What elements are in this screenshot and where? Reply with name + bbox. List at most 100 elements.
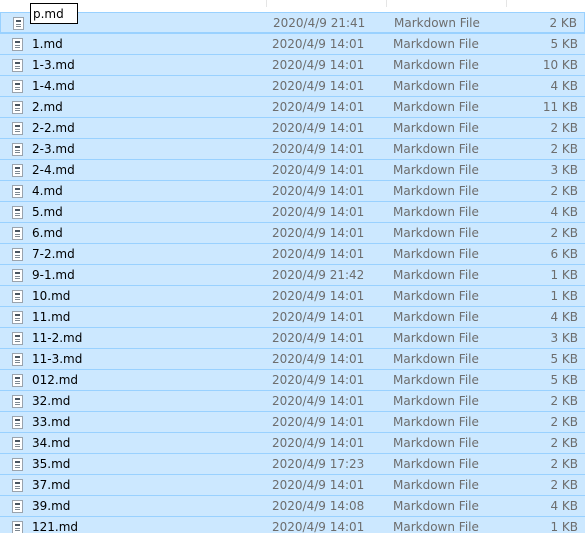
- file-name: 10.md: [32, 289, 71, 303]
- file-row[interactable]: 10.md 2020/4/9 14:01 Markdown File 1 KB: [0, 285, 585, 306]
- file-row[interactable]: 2-2.md 2020/4/9 14:01 Markdown File 2 KB: [0, 117, 585, 138]
- file-type: Markdown File: [393, 79, 479, 93]
- file-row[interactable]: 11-2.md 2020/4/9 14:01 Markdown File 3 KB: [0, 327, 585, 348]
- date-modified: 2020/4/9 14:01: [272, 520, 365, 533]
- file-row[interactable]: 37.md 2020/4/9 14:01 Markdown File 2 KB: [0, 474, 585, 495]
- column-divider[interactable]: [386, 0, 387, 7]
- markdown-file-icon: [12, 353, 23, 366]
- date-modified: 2020/4/9 14:01: [272, 436, 365, 450]
- file-row[interactable]: 9-1.md 2020/4/9 21:42 Markdown File 1 KB: [0, 264, 585, 285]
- file-type: Markdown File: [393, 247, 479, 261]
- file-type: Markdown File: [393, 436, 479, 450]
- date-modified: 2020/4/9 17:23: [272, 457, 365, 471]
- markdown-file-icon: [12, 416, 23, 429]
- date-modified: 2020/4/9 14:01: [272, 289, 365, 303]
- file-row[interactable]: 121.md 2020/4/9 14:01 Markdown File 1 KB: [0, 516, 585, 533]
- file-row[interactable]: 32.md 2020/4/9 14:01 Markdown File 2 KB: [0, 390, 585, 411]
- file-name: 37.md: [32, 478, 71, 492]
- file-size: 2 KB: [550, 226, 578, 240]
- file-name: 6.md: [32, 226, 63, 240]
- column-divider[interactable]: [506, 0, 507, 7]
- file-size: 1 KB: [550, 520, 578, 533]
- file-name: 5.md: [32, 205, 63, 219]
- markdown-file-icon: [12, 59, 23, 72]
- column-divider[interactable]: [266, 0, 267, 7]
- file-size: 2 KB: [550, 415, 578, 429]
- file-row[interactable]: 33.md 2020/4/9 14:01 Markdown File 2 KB: [0, 411, 585, 432]
- date-modified: 2020/4/9 14:01: [272, 478, 365, 492]
- file-size: 2 KB: [550, 394, 578, 408]
- markdown-file-icon: [12, 206, 23, 219]
- file-row[interactable]: 1-4.md 2020/4/9 14:01 Markdown File 4 KB: [0, 75, 585, 96]
- file-row[interactable]: 39.md 2020/4/9 14:08 Markdown File 4 KB: [0, 495, 585, 516]
- file-size: 4 KB: [550, 79, 578, 93]
- file-row[interactable]: 2.md 2020/4/9 14:01 Markdown File 11 KB: [0, 96, 585, 117]
- date-modified: 2020/4/9 14:01: [272, 142, 365, 156]
- file-size: 2 KB: [550, 436, 578, 450]
- file-name: 2-2.md: [32, 121, 75, 135]
- file-name: 1.md: [32, 37, 63, 51]
- file-size: 6 KB: [550, 247, 578, 261]
- date-modified: 2020/4/9 14:01: [272, 373, 365, 387]
- markdown-file-icon: [12, 332, 23, 345]
- file-row[interactable]: 2-3.md 2020/4/9 14:01 Markdown File 2 KB: [0, 138, 585, 159]
- file-row[interactable]: 1-3.md 2020/4/9 14:01 Markdown File 10 KB: [0, 54, 585, 75]
- date-modified: 2020/4/9 14:01: [272, 310, 365, 324]
- date-modified: 2020/4/9 14:01: [272, 226, 365, 240]
- file-row[interactable]: 1.md 2020/4/9 14:01 Markdown File 5 KB: [0, 33, 585, 54]
- file-row[interactable]: 34.md 2020/4/9 14:01 Markdown File 2 KB: [0, 432, 585, 453]
- date-modified: 2020/4/9 14:01: [272, 163, 365, 177]
- file-row[interactable]: 2-4.md 2020/4/9 14:01 Markdown File 3 KB: [0, 159, 585, 180]
- date-modified: 2020/4/9 21:42: [272, 268, 365, 282]
- date-modified: 2020/4/9 14:01: [272, 394, 365, 408]
- file-row[interactable]: 35.md 2020/4/9 17:23 Markdown File 2 KB: [0, 453, 585, 474]
- file-row[interactable]: 11-3.md 2020/4/9 14:01 Markdown File 5 KB: [0, 348, 585, 369]
- markdown-file-icon: [12, 311, 23, 324]
- file-name: 1-3.md: [32, 58, 75, 72]
- file-name: 7-2.md: [32, 247, 75, 261]
- file-type: Markdown File: [393, 499, 479, 513]
- file-size: 2 KB: [550, 478, 578, 492]
- file-type: Markdown File: [393, 352, 479, 366]
- file-type: Markdown File: [393, 163, 479, 177]
- markdown-file-icon: [12, 248, 23, 261]
- file-name: 32.md: [32, 394, 71, 408]
- markdown-file-icon: [12, 500, 23, 513]
- file-size: 1 KB: [550, 268, 578, 282]
- file-row[interactable]: 012.md 2020/4/9 14:01 Markdown File 5 KB: [0, 369, 585, 390]
- file-name: 2.md: [32, 100, 63, 114]
- markdown-file-icon: [12, 122, 23, 135]
- file-name: 121.md: [32, 520, 79, 533]
- file-row[interactable]: 2020/4/9 21:41 Markdown File 2 KB: [0, 3, 585, 33]
- file-size: 2 KB: [550, 121, 578, 135]
- file-size: 2 KB: [550, 184, 578, 198]
- date-modified: 2020/4/9 14:01: [272, 184, 365, 198]
- markdown-file-icon: [12, 437, 23, 450]
- markdown-file-icon: [12, 227, 23, 240]
- file-row[interactable]: 11.md 2020/4/9 14:01 Markdown File 4 KB: [0, 306, 585, 327]
- file-type: Markdown File: [393, 205, 479, 219]
- file-row[interactable]: 4.md 2020/4/9 14:01 Markdown File 2 KB: [0, 180, 585, 201]
- rename-input[interactable]: [30, 3, 78, 24]
- file-name: 2-4.md: [32, 163, 75, 177]
- file-name: 34.md: [32, 436, 71, 450]
- markdown-file-icon: [12, 521, 23, 533]
- file-size: 5 KB: [550, 37, 578, 51]
- file-size: 10 KB: [542, 58, 578, 72]
- date-modified: 2020/4/9 14:01: [272, 37, 365, 51]
- file-name: 11.md: [32, 310, 71, 324]
- file-name: 11-2.md: [32, 331, 83, 345]
- file-row[interactable]: 6.md 2020/4/9 14:01 Markdown File 2 KB: [0, 222, 585, 243]
- file-row[interactable]: 7-2.md 2020/4/9 14:01 Markdown File 6 KB: [0, 243, 585, 264]
- file-type: Markdown File: [393, 121, 479, 135]
- file-list[interactable]: 2020/4/9 21:41 Markdown File 2 KB 1.md 2020/…: [0, 0, 585, 533]
- markdown-file-icon: [13, 17, 24, 30]
- date-modified: 2020/4/9 14:01: [272, 79, 365, 93]
- file-type: Markdown File: [393, 268, 479, 282]
- file-type: Markdown File: [394, 16, 480, 30]
- file-type: Markdown File: [393, 373, 479, 387]
- date-modified: 2020/4/9 14:01: [272, 121, 365, 135]
- file-rows: 2020/4/9 21:41 Markdown File 2 KB 1.md 2020/…: [0, 3, 585, 533]
- file-row[interactable]: 5.md 2020/4/9 14:01 Markdown File 4 KB: [0, 201, 585, 222]
- file-name: 1-4.md: [32, 79, 75, 93]
